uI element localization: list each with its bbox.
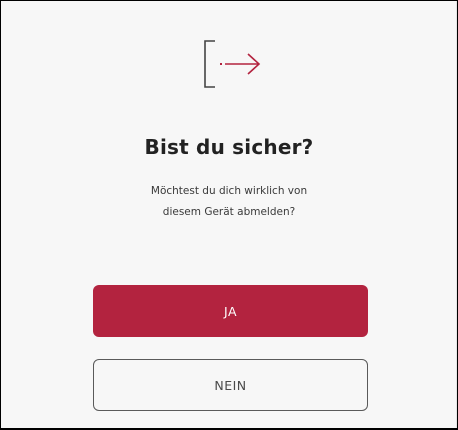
logout-confirm-dialog: Bist du sicher? Möchtest du dich wirklic… bbox=[1, 1, 457, 428]
cancel-no-button[interactable]: NEIN bbox=[93, 359, 368, 411]
confirm-yes-button[interactable]: JA bbox=[93, 285, 368, 337]
dialog-message-line: diesem Gerät abmelden? bbox=[162, 206, 296, 218]
dialog-message-line: Möchtest du dich wirklich von bbox=[150, 185, 308, 197]
dialog-title: Bist du sicher? bbox=[144, 135, 314, 159]
logout-icon bbox=[204, 40, 261, 88]
dialog-message: Möchtest du dich wirklich von diesem Ger… bbox=[101, 181, 357, 223]
